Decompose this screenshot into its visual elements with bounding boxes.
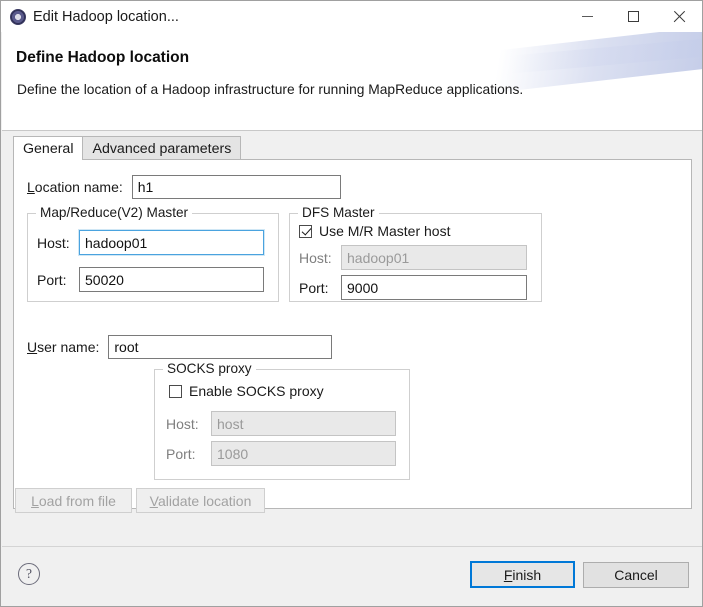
page-description: Define the location of a Hadoop infrastr… <box>17 82 524 97</box>
socks-host-input <box>211 411 396 436</box>
window-title: Edit Hadoop location... <box>33 8 179 25</box>
help-icon[interactable]: ? <box>18 563 40 585</box>
minimize-button[interactable] <box>564 1 610 32</box>
dialog-body: General Advanced parameters Location nam… <box>2 131 702 546</box>
mr-port-row: Port: <box>37 267 264 292</box>
load-from-file-button[interactable]: Load from file <box>15 488 132 513</box>
use-mr-master-host-label: Use M/R Master host <box>319 223 451 239</box>
window-controls <box>564 1 702 32</box>
validate-location-label: Validate location <box>149 492 252 509</box>
mr-host-row: Host: <box>37 230 264 255</box>
enable-socks-proxy-checkbox[interactable] <box>169 384 182 398</box>
banner-decoration-secondary-icon <box>512 38 702 74</box>
enable-socks-proxy-label: Enable SOCKS proxy <box>189 383 324 399</box>
panel-action-buttons: Load from file Validate location <box>15 488 265 513</box>
tab-advanced-parameters[interactable]: Advanced parameters <box>82 136 242 160</box>
mr-host-input[interactable] <box>79 230 264 255</box>
user-name-label: User name: <box>27 339 100 355</box>
use-mr-master-host-checkbox-row[interactable]: Use M/R Master host <box>299 223 450 239</box>
mapreduce-master-group-title: Map/Reduce(V2) Master <box>36 205 193 220</box>
close-icon <box>673 10 686 23</box>
cancel-button-label: Cancel <box>614 567 658 583</box>
enable-socks-proxy-checkbox-row[interactable]: Enable SOCKS proxy <box>169 383 324 399</box>
dfs-port-input[interactable] <box>341 275 527 300</box>
dfs-master-group-title: DFS Master <box>298 205 379 220</box>
tab-panel-general: Location name: Map/Reduce(V2) Master Hos… <box>13 159 692 513</box>
tab-advanced-parameters-label: Advanced parameters <box>92 140 232 157</box>
location-name-label: Location name: <box>27 179 123 195</box>
finish-button-label: Finish <box>503 566 542 583</box>
dfs-host-row: Host: <box>299 245 527 270</box>
minimize-icon <box>581 16 593 17</box>
mapreduce-master-group: Map/Reduce(V2) Master Host: Port: <box>27 205 279 302</box>
load-from-file-label: Load from file <box>31 492 116 509</box>
socks-proxy-group-title: SOCKS proxy <box>163 361 256 376</box>
dfs-port-label: Port: <box>299 279 329 296</box>
location-name-row: Location name: <box>27 175 341 199</box>
mr-port-label: Port: <box>37 271 67 288</box>
edit-hadoop-location-dialog: Edit Hadoop location... Define Hadoop lo… <box>0 0 703 607</box>
title-bar: Edit Hadoop location... <box>1 1 702 32</box>
page-title: Define Hadoop location <box>16 49 190 66</box>
socks-port-row: Port: <box>166 441 396 466</box>
socks-port-input <box>211 441 396 466</box>
tab-strip: General Advanced parameters <box>13 136 242 160</box>
socks-host-label: Host: <box>166 415 199 432</box>
socks-port-label: Port: <box>166 445 196 462</box>
wizard-banner: Define Hadoop location Define the locati… <box>2 32 702 131</box>
close-button[interactable] <box>656 1 702 32</box>
dfs-master-group: DFS Master Use M/R Master host Host: Por… <box>289 205 542 302</box>
tab-general[interactable]: General <box>13 136 84 160</box>
mr-port-input[interactable] <box>79 267 264 292</box>
cancel-button[interactable]: Cancel <box>583 562 689 588</box>
mr-host-label: Host: <box>37 234 70 251</box>
dfs-host-input <box>341 245 527 270</box>
maximize-icon <box>627 11 639 22</box>
maximize-button[interactable] <box>610 1 656 32</box>
socks-host-row: Host: <box>166 411 396 436</box>
use-mr-master-host-checkbox[interactable] <box>299 224 312 238</box>
hadoop-elephant-icon <box>10 8 26 25</box>
dfs-host-label: Host: <box>299 249 332 266</box>
validate-location-button[interactable]: Validate location <box>136 488 265 513</box>
socks-proxy-group: SOCKS proxy Enable SOCKS proxy Host: Por… <box>154 361 410 480</box>
tab-general-label: General <box>23 140 74 157</box>
user-name-input[interactable] <box>108 335 333 359</box>
dfs-port-row: Port: <box>299 275 527 300</box>
finish-button[interactable]: Finish <box>470 561 575 588</box>
location-name-input[interactable] <box>131 175 341 199</box>
user-name-row: User name: <box>27 335 333 359</box>
